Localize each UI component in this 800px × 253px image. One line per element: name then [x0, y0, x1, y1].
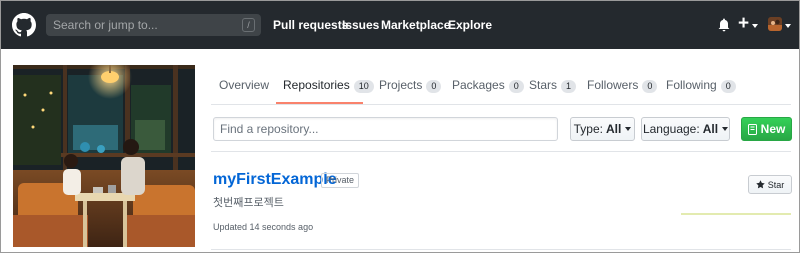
- user-avatar[interactable]: [768, 17, 782, 31]
- tab-projects[interactable]: Projects 0: [379, 78, 442, 93]
- nav-issues[interactable]: Issues: [342, 18, 379, 32]
- profile-tabs: Overview Repositories 10 Projects 0 Packag…: [211, 65, 791, 105]
- tab-following-count: 0: [720, 80, 736, 93]
- page: / Pull requests Issues Marketplace Explo…: [0, 0, 800, 253]
- find-repository-input[interactable]: [214, 118, 557, 140]
- private-badge: Private: [321, 173, 360, 188]
- tab-stars-label: Stars: [529, 78, 558, 92]
- type-filter-button[interactable]: Type: All: [570, 117, 635, 141]
- profile-photo-image-icon: [13, 65, 195, 247]
- repo-divider: [211, 249, 791, 250]
- type-filter-value: All: [606, 122, 622, 136]
- tab-repositories-label: Repositories: [283, 78, 350, 92]
- repo-name-link[interactable]: myFirstExample: [213, 171, 337, 189]
- type-caret-icon: [625, 127, 632, 131]
- top-header: / Pull requests Issues Marketplace Explo…: [1, 1, 799, 49]
- star-button[interactable]: Star: [748, 175, 792, 194]
- nav-explore[interactable]: Explore: [448, 18, 492, 32]
- tab-repositories-count: 10: [353, 80, 374, 93]
- repo-description: 첫번째프로젝트: [213, 196, 284, 209]
- tab-overview-label: Overview: [219, 78, 270, 92]
- global-search[interactable]: /: [46, 14, 261, 36]
- filter-divider: [211, 151, 791, 152]
- repo-book-icon: [747, 123, 757, 135]
- profile-photo: [13, 65, 195, 247]
- type-filter-label: Type:: [573, 122, 603, 136]
- new-button-label: New: [760, 122, 786, 136]
- find-repository-field[interactable]: [213, 117, 558, 141]
- active-tab-underline: [276, 102, 363, 104]
- tab-stars[interactable]: Stars 1: [529, 78, 577, 93]
- create-new-plus-icon[interactable]: +: [738, 13, 749, 35]
- global-search-input[interactable]: [46, 18, 226, 32]
- tab-projects-label: Projects: [379, 78, 423, 92]
- star-icon: [756, 180, 765, 189]
- tab-packages-count: 0: [508, 80, 524, 93]
- bell-icon[interactable]: [718, 18, 730, 32]
- new-repository-button[interactable]: New: [741, 117, 792, 141]
- nav-marketplace[interactable]: Marketplace: [381, 18, 450, 32]
- tab-followers-label: Followers: [587, 78, 639, 92]
- language-filter-button[interactable]: Language: All: [641, 117, 730, 141]
- slash-key-hint: /: [242, 18, 255, 32]
- plus-dropdown-caret-icon[interactable]: [752, 24, 758, 28]
- tab-following-label: Following: [666, 78, 717, 92]
- tab-packages[interactable]: Packages 0: [452, 78, 524, 93]
- avatar-dropdown-caret-icon[interactable]: [785, 24, 791, 28]
- tab-overview[interactable]: Overview: [219, 78, 269, 92]
- repo-updated-time: Updated 14 seconds ago: [213, 222, 314, 232]
- language-filter-value: All: [702, 122, 719, 136]
- tab-followers-count: 0: [642, 80, 658, 93]
- tab-followers[interactable]: Followers 0: [587, 78, 658, 93]
- tab-stars-count: 1: [561, 80, 577, 93]
- repo-activity-graph: [681, 213, 791, 215]
- tab-following[interactable]: Following 0: [666, 78, 736, 93]
- language-filter-label: Language:: [642, 122, 700, 136]
- github-logo-icon[interactable]: [12, 13, 36, 37]
- language-caret-icon: [722, 127, 729, 131]
- tab-packages-label: Packages: [452, 78, 505, 92]
- tab-repositories[interactable]: Repositories 10: [283, 78, 374, 93]
- avatar-image-icon: [768, 17, 782, 31]
- nav-pull-requests[interactable]: Pull requests: [273, 18, 348, 32]
- star-button-label: Star: [767, 179, 785, 190]
- tab-projects-count: 0: [426, 80, 442, 93]
